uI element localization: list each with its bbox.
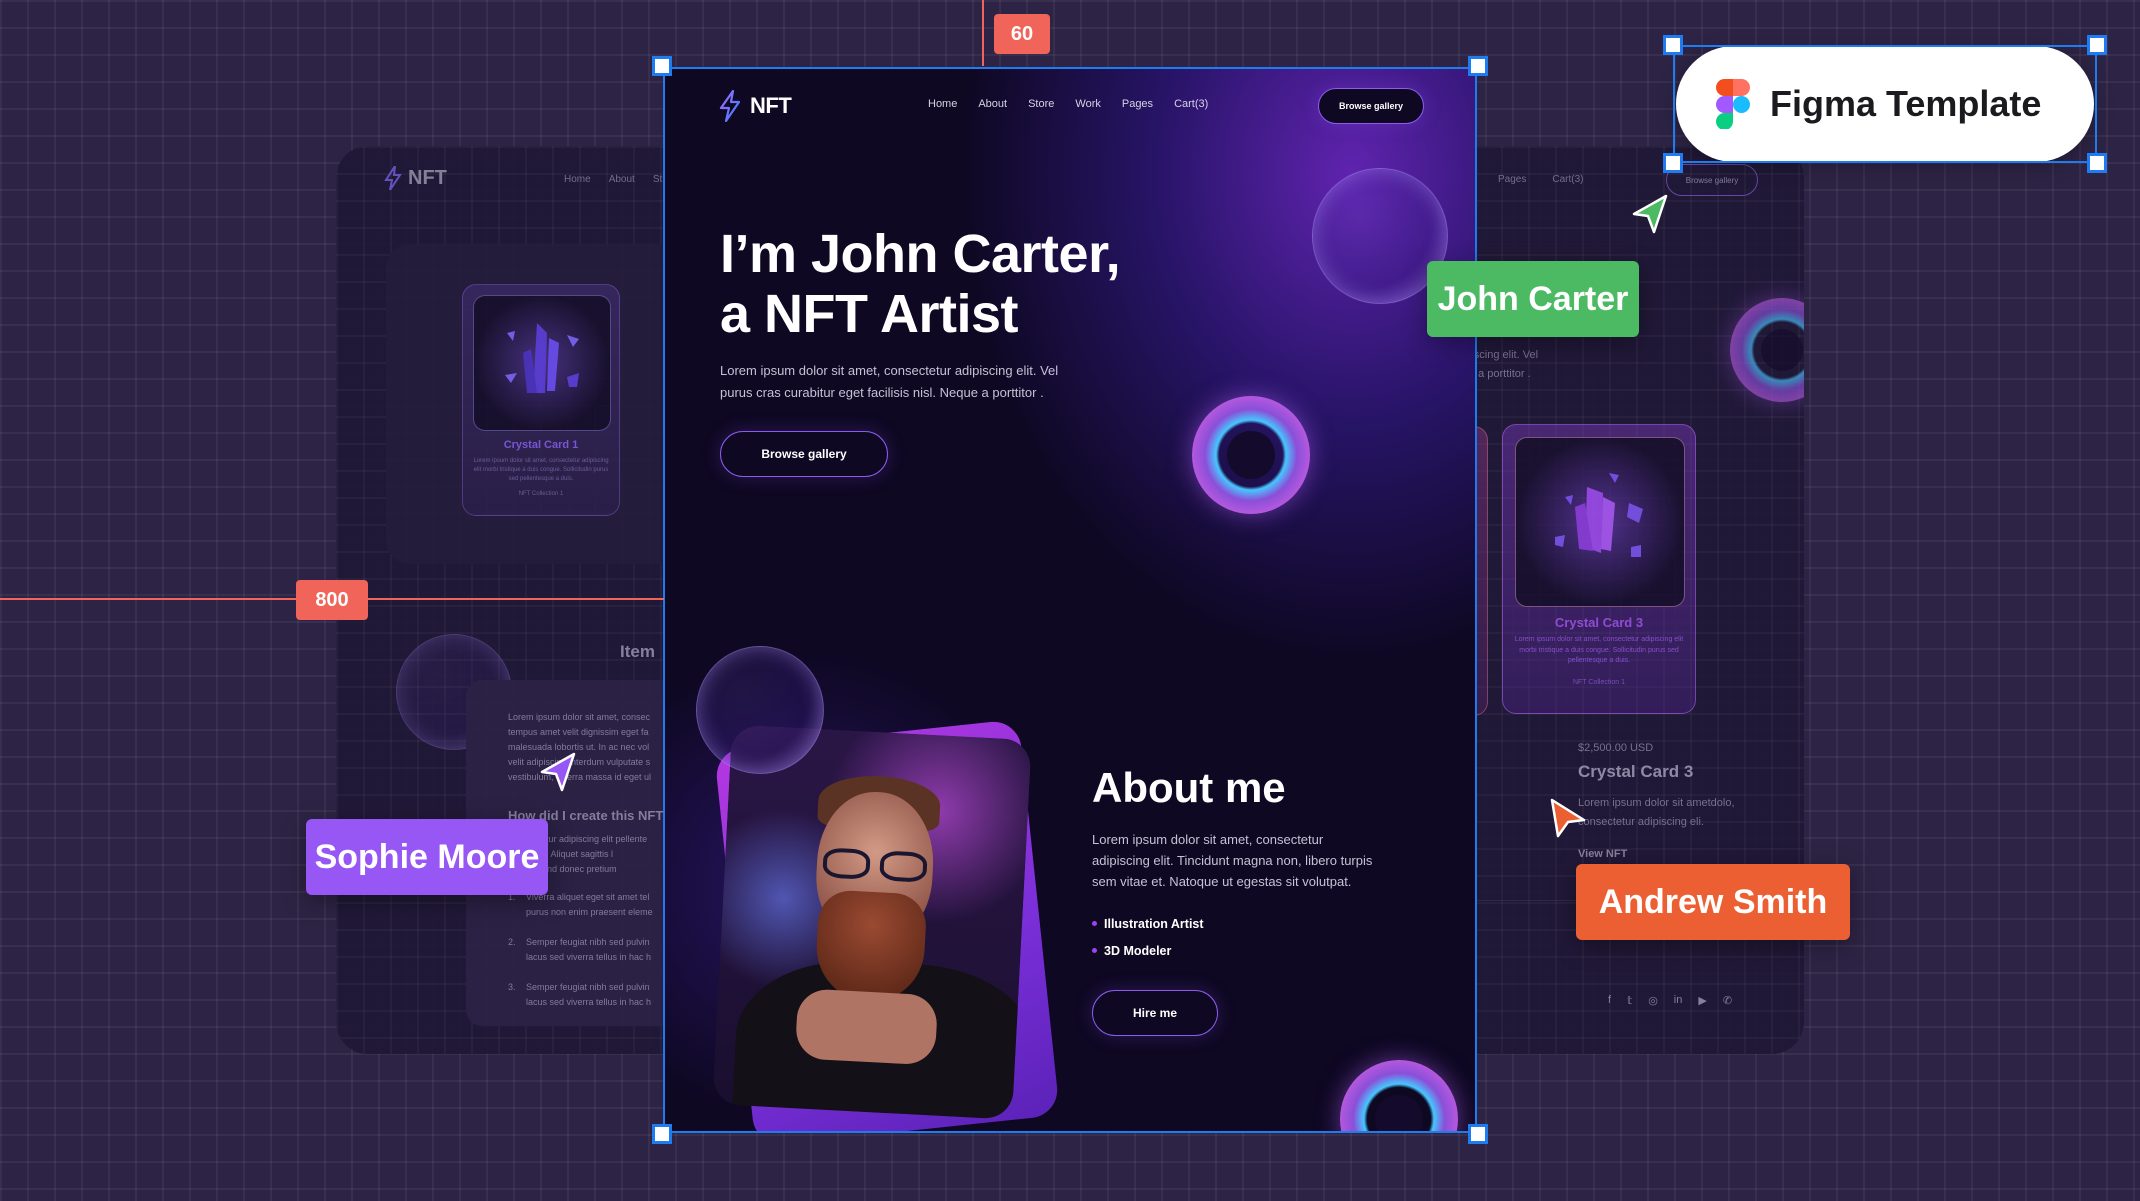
figma-template-badge: Figma Template [1676,46,2094,162]
bullet-icon [1092,921,1097,926]
resize-handle-top-left[interactable] [652,56,672,76]
crystal-card-1-description: Lorem ipsum dolor sit amet, consectetur … [473,458,609,482]
cursor-arrow-icon [540,752,576,792]
skill-item: Illustration Artist [1092,910,1204,937]
resize-handle-top-right[interactable] [1468,56,1488,76]
vertical-guide-line [982,0,984,66]
crystal-image [473,295,611,431]
left-page-logo-text: NFT [408,166,447,189]
crystal-card-3-description: Lorem ipsum dolor sit amet, consectetur … [1514,636,1684,664]
left-page-nav: Home About St [564,174,662,185]
lightning-bolt-icon [719,90,741,122]
site-logo-text: NFT [750,93,792,118]
main-nav: Home About Store Work Pages Cart(3) [928,98,1208,110]
bullet-icon [1092,948,1097,953]
photo-glasses [822,847,928,883]
social-links: f 𝕥 ◎ in ▶ ✆ [1608,994,1732,1007]
left-nav-about[interactable]: About [609,174,635,185]
crystal-card-1-title: Crystal Card 1 [503,439,579,451]
badge-handle-bottom-left[interactable] [1663,153,1683,173]
crystal-card-3-title: Crystal Card 3 [1554,615,1644,630]
cursor-arrow-icon [1550,798,1586,838]
right-page-nav: Pages Cart(3) [1498,174,1583,185]
artist-photo [712,724,1032,1120]
header-browse-gallery-button[interactable]: Browse gallery [1318,88,1424,124]
nav-pages[interactable]: Pages [1122,98,1153,110]
collaborator-tag-john-carter: John Carter [1427,261,1639,337]
nav-work[interactable]: Work [1075,98,1100,110]
linkedin-icon[interactable]: in [1674,994,1683,1007]
youtube-icon[interactable]: ▶ [1698,994,1706,1007]
nav-about[interactable]: About [978,98,1007,110]
instagram-icon[interactable]: ◎ [1648,994,1658,1007]
main-page-frame[interactable]: NFT Home About Store Work Pages Cart(3) … [664,68,1476,1132]
nav-home[interactable]: Home [928,98,957,110]
crystal-card-3[interactable]: Crystal Card 3 Lorem ipsum dolor sit ame… [1502,424,1696,714]
crystal-icon [1555,473,1643,557]
hero-title: I’m John Carter, a NFT Artist [720,224,1121,344]
crystal-icon [505,323,579,393]
hire-me-button[interactable]: Hire me [1092,990,1218,1036]
product-title: Crystal Card 3 [1578,762,1694,781]
resize-handle-bottom-left[interactable] [652,1124,672,1144]
badge-handle-bottom-right[interactable] [2087,153,2107,173]
skills-list: Illustration Artist 3D Modeler [1092,910,1204,964]
nav-cart[interactable]: Cart(3) [1174,98,1208,110]
figma-logo-icon [1716,79,1750,129]
about-text: Lorem ipsum dolor sit amet, consectetur … [1092,832,1373,889]
spacing-measure-800: 800 [296,580,368,620]
crystal-image [1515,437,1685,607]
crystal-card-3-collection: NFT Collection 1 [1572,679,1625,686]
twitter-icon[interactable]: 𝕥 [1627,994,1632,1007]
right-nav-pages[interactable]: Pages [1498,174,1526,185]
crystal-card-1[interactable]: Crystal Card 1 Lorem ipsum dolor sit ame… [462,284,620,516]
lightning-bolt-icon [384,166,402,190]
resize-handle-bottom-right[interactable] [1468,1124,1488,1144]
hero-browse-gallery-button[interactable]: Browse gallery [720,431,888,477]
product-description: Lorem ipsum dolor sit ametdolo, consecte… [1578,797,1735,828]
left-nav-store[interactable]: St [653,174,662,185]
facebook-icon[interactable]: f [1608,994,1611,1007]
hero-subtitle: Lorem ipsum dolor sit amet, consectetur … [720,363,1059,400]
crystal-card-1-collection: NFT Collection 1 [518,491,564,497]
about-title: About me [1092,764,1286,811]
collaborator-tag-sophie-moore: Sophie Moore [306,819,548,895]
torus-decoration [1340,1060,1458,1132]
site-logo[interactable]: NFT [718,90,792,122]
badge-handle-top-left[interactable] [1663,35,1683,55]
view-nft-link[interactable]: View NFT [1578,848,1627,860]
nav-store[interactable]: Store [1028,98,1054,110]
product-price: $2,500.00 USD [1578,742,1654,754]
badge-handle-top-right[interactable] [2087,35,2107,55]
whatsapp-icon[interactable]: ✆ [1723,994,1732,1007]
torus-decoration [1192,396,1310,514]
left-item-heading: Item [620,642,655,661]
skill-item: 3D Modeler [1092,937,1204,964]
left-nav-home[interactable]: Home [564,174,591,185]
spacing-measure-60: 60 [994,14,1050,54]
cursor-arrow-icon [1632,194,1668,234]
left-background-page: NFT Home About St Crystal Card 1 Lorem i… [336,146,716,1054]
collaborator-tag-andrew-smith: Andrew Smith [1576,864,1850,940]
left-page-logo: NFT [384,166,447,190]
bubble-decoration [696,646,824,774]
right-nav-cart[interactable]: Cart(3) [1552,174,1583,185]
figma-template-label: Figma Template [1770,83,2042,124]
photo-hands [794,988,939,1066]
